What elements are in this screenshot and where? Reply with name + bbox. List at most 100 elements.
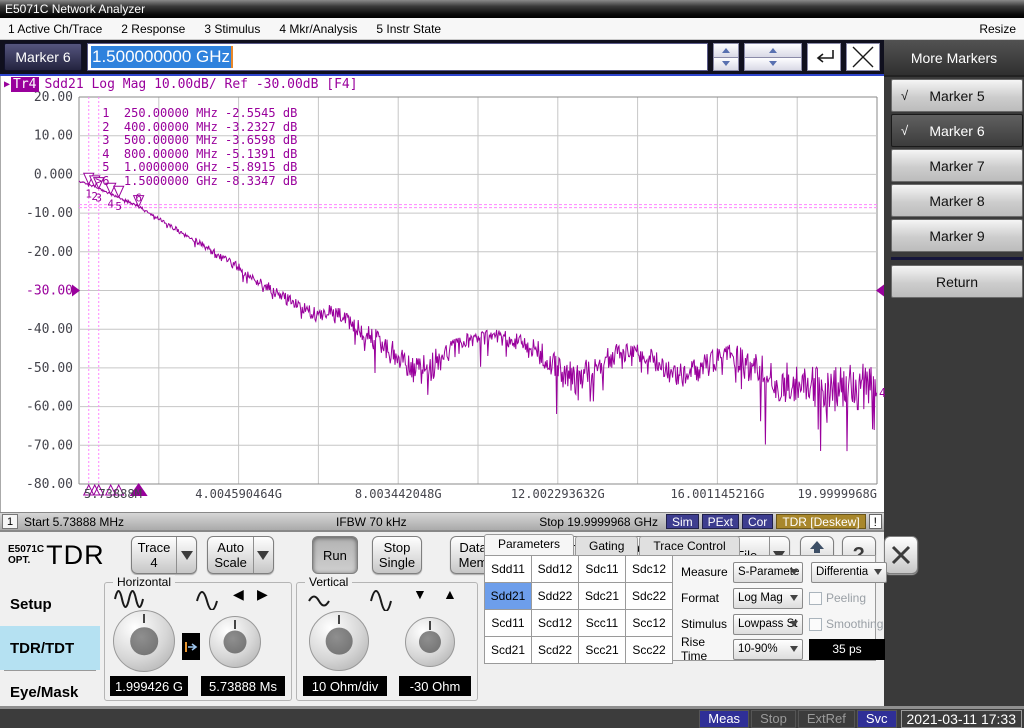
- spin-down-small-button[interactable]: [713, 58, 739, 72]
- matrix-cell-sdd11[interactable]: Sdd11: [485, 556, 532, 583]
- vertical-scale-knob[interactable]: [309, 611, 369, 671]
- toolbar-button-stop-single[interactable]: Stop Single: [372, 536, 422, 574]
- menu-item[interactable]: 1 Active Ch/Trace: [8, 22, 102, 36]
- control-label: Stimulus: [681, 617, 731, 631]
- toolbar-close-button[interactable]: [884, 536, 918, 574]
- matrix-cell-scc11[interactable]: Scc11: [579, 610, 626, 637]
- window-title-bar[interactable]: E5071C Network Analyzer: [0, 0, 1024, 18]
- marker-button-marker-6[interactable]: √Marker 6: [891, 114, 1023, 147]
- vertical-position-knob[interactable]: [405, 617, 455, 667]
- checkbox-label: Peeling: [826, 591, 866, 605]
- marker-entry-bar: Marker 6 1.500000000 GHz: [0, 40, 884, 76]
- marker-to-position-icon[interactable]: [182, 633, 200, 660]
- close-entry-button[interactable]: [846, 43, 880, 71]
- svg-text:-70.00: -70.00: [26, 438, 73, 453]
- spinner-large: [744, 43, 802, 71]
- nav-item-eyemask[interactable]: Eye/Mask: [0, 670, 100, 714]
- svg-text:-80.00: -80.00: [26, 477, 73, 492]
- down-arrow-icon[interactable]: ▼: [413, 586, 427, 602]
- marker-value-input[interactable]: 1.500000000 GHz: [87, 43, 708, 71]
- spin-up-small-button[interactable]: [713, 43, 739, 58]
- datetime: 2021-03-11 17:33: [901, 710, 1023, 728]
- status-badge-tdrdeskew: TDR [Deskew]: [776, 514, 865, 529]
- control-select-rise-time[interactable]: 10-90%: [733, 639, 803, 660]
- close-icon: [890, 544, 912, 566]
- matrix-cell-scc22[interactable]: Scc22: [626, 637, 673, 664]
- matrix-cell-sdd21[interactable]: Sdd21: [485, 583, 532, 610]
- right-arrow-icon[interactable]: ▶: [257, 586, 268, 603]
- matrix-cell-sdc21[interactable]: Sdc21: [579, 583, 626, 610]
- up-arrow-icon[interactable]: ▲: [443, 586, 457, 602]
- nav-item-tdrtdt[interactable]: TDR/TDT: [0, 626, 100, 670]
- horizontal-position-display: 5.73888 Ms: [201, 676, 285, 696]
- matrix-cell-scd11[interactable]: Scd11: [485, 610, 532, 637]
- svg-text:-60.00: -60.00: [26, 400, 73, 415]
- menu-item[interactable]: 5 Instr State: [376, 22, 441, 36]
- marker-button-marker-5[interactable]: √Marker 5: [891, 79, 1023, 112]
- matrix-cell-scc12[interactable]: Scc12: [626, 610, 673, 637]
- marker-button-marker-8[interactable]: Marker 8: [891, 184, 1023, 217]
- text-caret: [231, 46, 233, 68]
- wave-icon: [369, 587, 395, 611]
- dropdown-arrow-icon[interactable]: [176, 537, 196, 573]
- control-select-differentia[interactable]: Differentia: [811, 562, 887, 583]
- matrix-cell-scc21[interactable]: Scc21: [579, 637, 626, 664]
- toolbar-button-auto-scale[interactable]: Auto Scale: [207, 536, 274, 574]
- wave-icon: [195, 588, 221, 610]
- control-select-measure[interactable]: S-Paramete: [733, 562, 803, 583]
- checkbox-smoothing[interactable]: [809, 618, 822, 631]
- ifbw-label: IFBW 70 kHz: [336, 515, 407, 529]
- marker-button-label: Marker 9: [929, 228, 984, 244]
- matrix-cell-sdc12[interactable]: Sdc12: [626, 556, 673, 583]
- tab-gating[interactable]: Gating: [575, 536, 638, 555]
- marker-button-marker-9[interactable]: Marker 9: [891, 219, 1023, 252]
- toolbar-button-run[interactable]: Run: [312, 536, 358, 574]
- spin-down-large-button[interactable]: [744, 58, 802, 72]
- marker-button-label: Marker 8: [929, 193, 984, 209]
- matrix-cell-sdc11[interactable]: Sdc11: [579, 556, 626, 583]
- horizontal-scale-knob[interactable]: [113, 610, 175, 672]
- matrix-cell-scd21[interactable]: Scd21: [485, 637, 532, 664]
- marker-button-label: Marker 6: [929, 123, 984, 139]
- return-button[interactable]: Return: [891, 265, 1023, 298]
- matrix-cell-scd22[interactable]: Scd22: [532, 637, 579, 664]
- menu-item[interactable]: 4 Mkr/Analysis: [279, 22, 357, 36]
- menu-bar: 1 Active Ch/Trace 2 Response 3 Stimulus 4 M…: [0, 18, 1024, 40]
- horizontal-position-knob[interactable]: [209, 616, 261, 668]
- enter-button[interactable]: [807, 43, 841, 71]
- matrix-cell-sdd12[interactable]: Sdd12: [532, 556, 579, 583]
- dropdown-arrow-icon[interactable]: [253, 537, 273, 573]
- status-badges: SimPExtCorTDR [Deskew]!: [666, 514, 882, 529]
- spin-up-large-button[interactable]: [744, 43, 802, 58]
- chevron-down-icon: [790, 569, 798, 575]
- marker-button-marker-7[interactable]: Marker 7: [891, 149, 1023, 182]
- menu-item[interactable]: 2 Response: [121, 22, 185, 36]
- menu-item[interactable]: 3 Stimulus: [204, 22, 260, 36]
- toolbar-button-trace-4[interactable]: Trace 4: [131, 536, 198, 574]
- nav-item-setup[interactable]: Setup: [0, 582, 100, 626]
- graph-area[interactable]: ▶ Tr4 Sdd21 Log Mag 10.00dB/ Ref -30.00d…: [0, 76, 884, 512]
- tab-trace-control[interactable]: Trace Control: [639, 536, 739, 555]
- select-value: Lowpass St: [738, 618, 797, 630]
- matrix-cell-sdc22[interactable]: Sdc22: [626, 583, 673, 610]
- trace-header-text: Sdd21 Log Mag 10.00dB/ Ref -30.00dB [F4]: [45, 77, 358, 92]
- vertical-group: Vertical ▼ ▲ 10 Ohm/div -30 Ohm: [296, 582, 478, 701]
- checkbox-peeling[interactable]: [809, 592, 822, 605]
- marker-button-label: Marker 7: [929, 158, 984, 174]
- enter-icon: [812, 47, 836, 67]
- marker-readout-row: >6 1.5000000 GHz -8.3347 dB: [95, 175, 297, 189]
- control-select-format[interactable]: Log Mag: [733, 588, 803, 609]
- tab-parameters[interactable]: Parameters: [484, 534, 574, 555]
- toolbar-button-label: Stop Single: [373, 537, 421, 573]
- down-arrow-icon: [722, 61, 730, 66]
- resize-label[interactable]: Resize: [979, 22, 1016, 36]
- toolbar-button-label: Run: [313, 537, 357, 573]
- matrix-cell-sdd22[interactable]: Sdd22: [532, 583, 579, 610]
- control-row: FormatLog MagPeeling: [681, 587, 866, 609]
- horizontal-scale-display: 1.999426 G: [110, 676, 188, 696]
- stop-frequency: Stop 19.9999968 GHz: [539, 515, 658, 529]
- left-arrow-icon[interactable]: ◀: [233, 586, 244, 603]
- matrix-cell-scd12[interactable]: Scd12: [532, 610, 579, 637]
- control-select-stimulus[interactable]: Lowpass St: [733, 614, 803, 635]
- bottom-status-items: MeasStopExtRefSvc2021-03-11 17:33: [699, 710, 1024, 728]
